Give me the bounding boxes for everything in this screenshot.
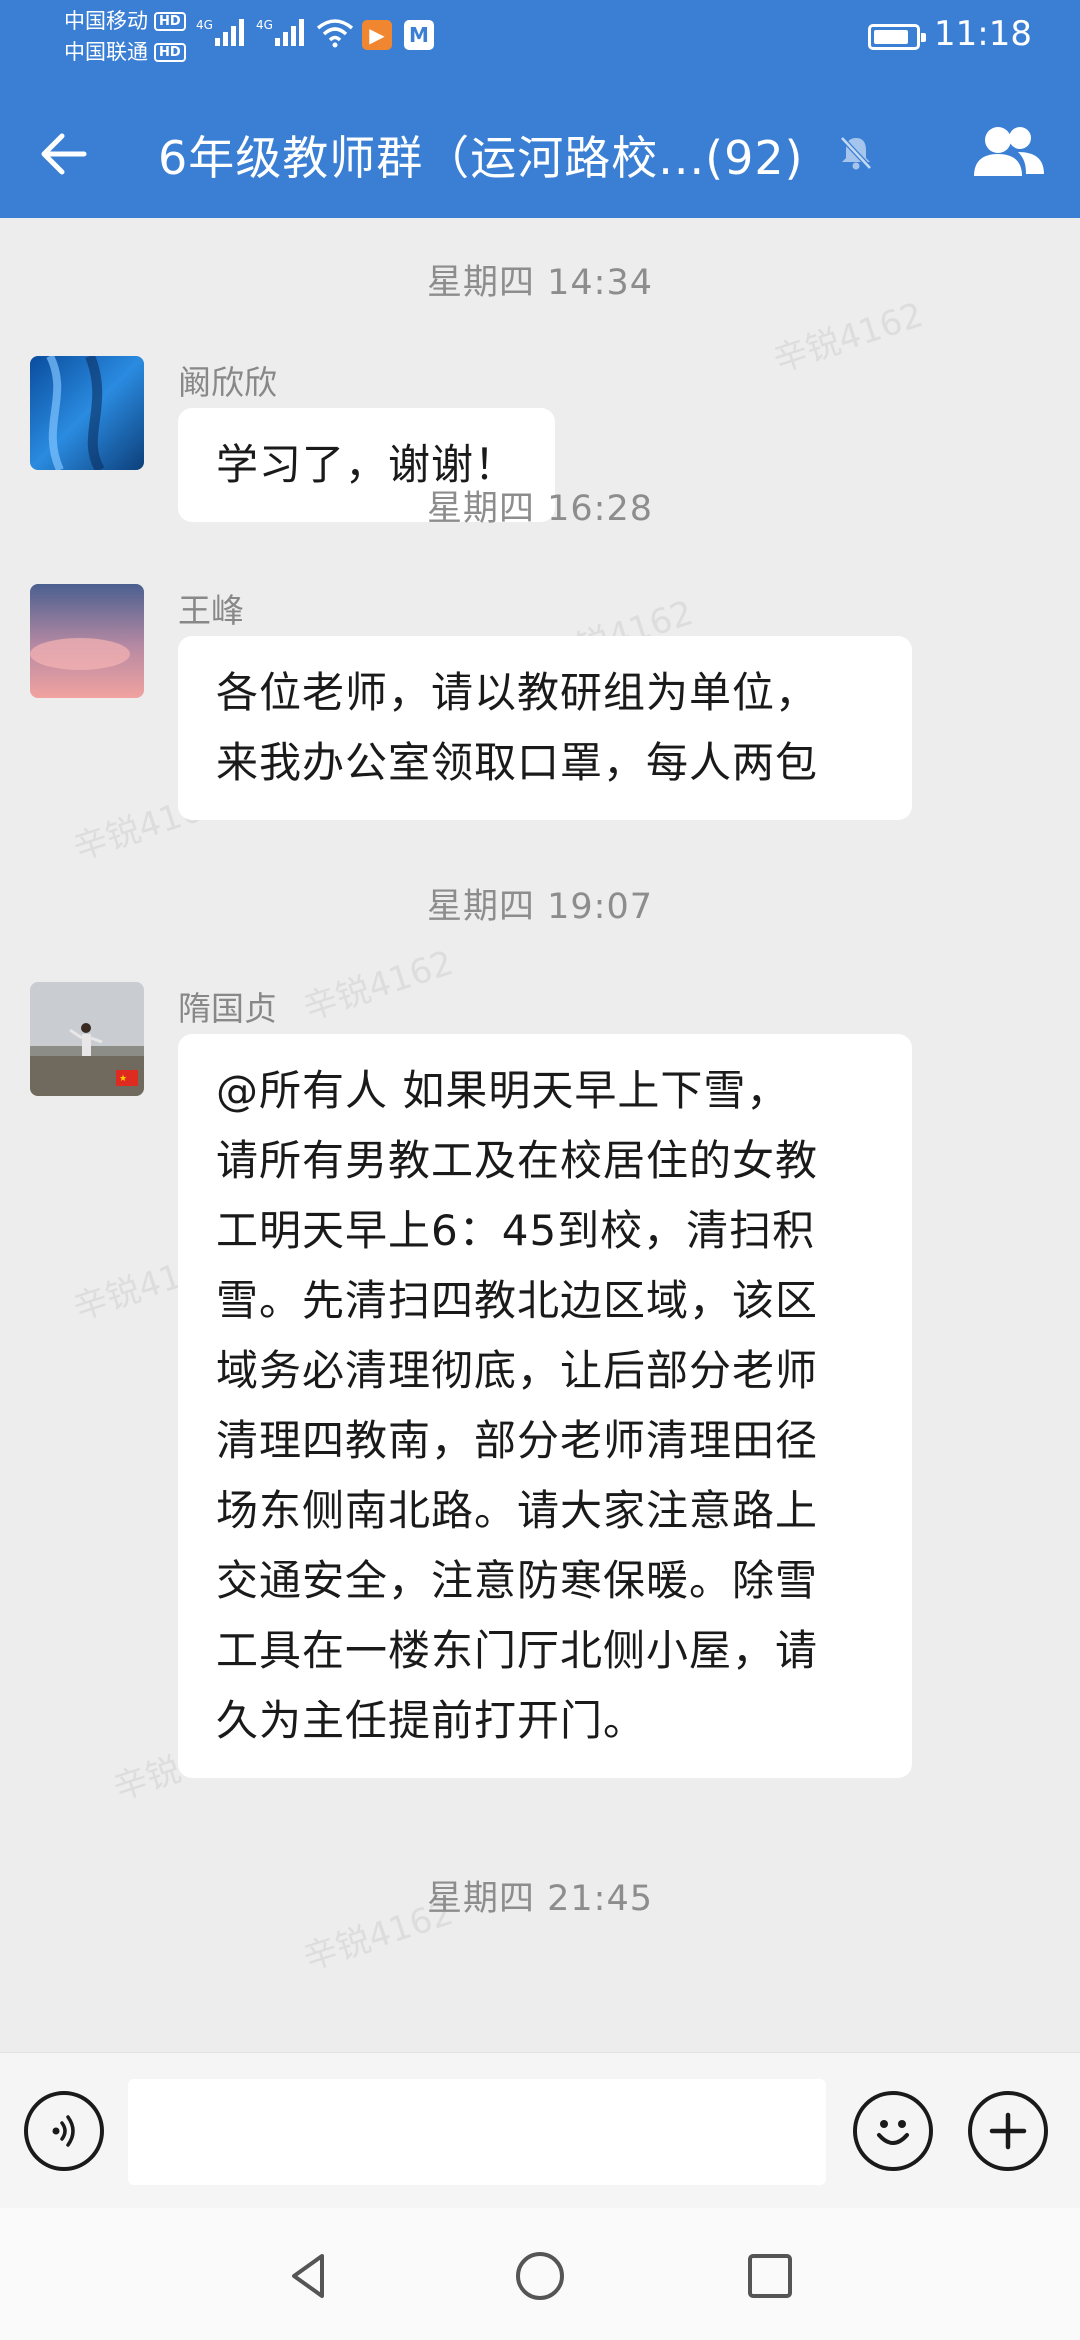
input-bar bbox=[0, 2052, 1080, 2208]
message-line: 各位老师，请以教研组为单位， bbox=[216, 668, 819, 717]
group-members-icon[interactable] bbox=[970, 120, 1048, 182]
message-line: 域务必清理彻底，让后部分老师 bbox=[216, 1346, 819, 1395]
voice-icon[interactable] bbox=[24, 2091, 104, 2171]
message-timestamp: 星期四 19:07 bbox=[427, 887, 653, 927]
sender-name: 阚欣欣 bbox=[178, 363, 277, 402]
message-line: 交通安全，注意防寒保暖。除雪 bbox=[216, 1556, 819, 1605]
avatar[interactable] bbox=[30, 356, 144, 470]
chat-header: 6年级教师群（运河路校...(92) bbox=[0, 90, 1080, 210]
message-list[interactable]: 辛锐4162 辛锐4162 辛锐4162 辛锐4162 辛锐4162 辛锐416… bbox=[0, 218, 1080, 2050]
watermark: 辛锐4162 bbox=[298, 942, 459, 1029]
message-line: 请所有男教工及在校居住的女教 bbox=[216, 1136, 819, 1185]
signal-icon-1: 4G bbox=[196, 16, 244, 46]
system-nav-bar bbox=[0, 2208, 1080, 2340]
hd-badge-1: HD bbox=[154, 12, 186, 31]
message-line: 工明天早上6：45到校，清扫积 bbox=[216, 1206, 816, 1255]
emoji-icon[interactable] bbox=[853, 2091, 933, 2171]
video-app-icon: ▶ bbox=[362, 20, 392, 50]
plus-icon[interactable] bbox=[968, 2091, 1048, 2171]
nav-home-icon[interactable] bbox=[512, 2248, 568, 2304]
message-bubble[interactable]: @所有人 如果明天早上下雪， 请所有男教工及在校居住的女教 工明天早上6：45到… bbox=[178, 1034, 912, 1778]
message-input[interactable] bbox=[128, 2079, 826, 2185]
avatar[interactable]: ★ bbox=[30, 982, 144, 1096]
svg-text:★: ★ bbox=[119, 1074, 127, 1084]
sender-name: 隋国贞 bbox=[178, 989, 277, 1028]
status-bar: 中国移动 HD 中国联通 HD 4G 4G ▶ M 11:18 bbox=[0, 0, 1080, 76]
message-timestamp: 星期四 16:28 bbox=[427, 489, 653, 529]
clock: 11:18 bbox=[934, 14, 1032, 54]
carrier-2: 中国联通 bbox=[64, 40, 148, 64]
nav-back-icon[interactable] bbox=[282, 2248, 338, 2304]
hd-badge-2: HD bbox=[154, 43, 186, 62]
carrier-info: 中国移动 HD 中国联通 HD bbox=[64, 6, 186, 68]
message-timestamp: 星期四 21:45 bbox=[427, 1879, 653, 1919]
message-bubble[interactable]: 各位老师，请以教研组为单位， 来我办公室领取口罩，每人两包 bbox=[178, 636, 912, 820]
mail-app-icon: M bbox=[404, 20, 434, 50]
message-line: 清理四教南，部分老师清理田径 bbox=[216, 1416, 819, 1465]
message-line: 雪。先清扫四教北边区域，该区 bbox=[216, 1276, 819, 1325]
message-line: 来我办公室领取口罩，每人两包 bbox=[216, 738, 819, 787]
avatar[interactable] bbox=[30, 584, 144, 698]
signal-icon-2: 4G bbox=[256, 16, 304, 46]
message-timestamp: 星期四 14:34 bbox=[427, 263, 653, 303]
chat-title[interactable]: 6年级教师群（运河路校...(92) bbox=[158, 122, 804, 188]
bell-off-icon bbox=[840, 136, 872, 170]
message-line: 工具在一楼东门厅北侧小屋，请 bbox=[216, 1626, 819, 1675]
sender-name: 王峰 bbox=[178, 591, 244, 630]
message-line: 场东侧南北路。请大家注意路上 bbox=[216, 1486, 819, 1535]
battery-icon bbox=[868, 24, 926, 50]
wifi-icon bbox=[316, 19, 354, 48]
arrow-left-icon[interactable] bbox=[34, 124, 94, 184]
carrier-1: 中国移动 bbox=[64, 9, 148, 33]
nav-recents-icon[interactable] bbox=[742, 2248, 798, 2304]
message-line: @所有人 如果明天早上下雪， bbox=[216, 1066, 790, 1115]
message-line: 久为主任提前打开门。 bbox=[216, 1696, 647, 1745]
